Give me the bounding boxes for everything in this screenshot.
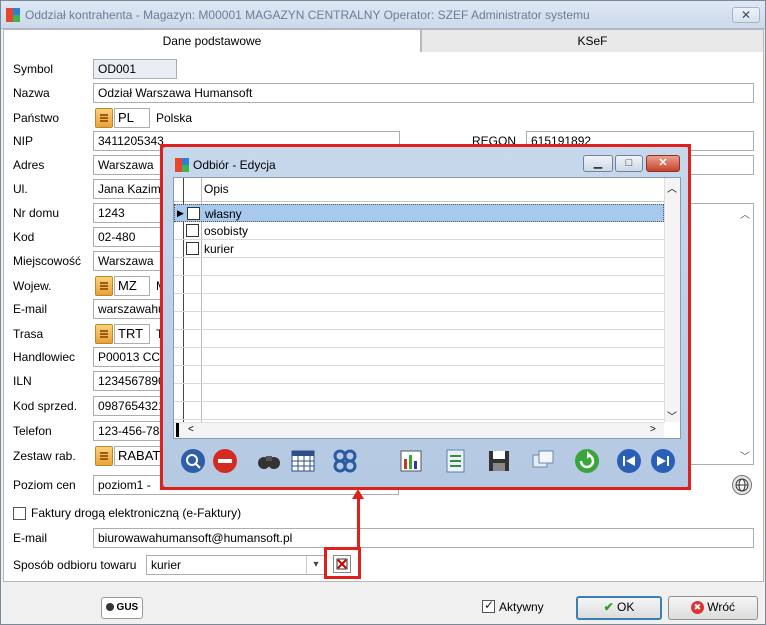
chevron-down-icon[interactable]: ▾ xyxy=(306,556,325,574)
tab-dane-podstawowe[interactable]: Dane podstawowe xyxy=(3,29,421,53)
highlight-box-small xyxy=(324,547,361,579)
check-icon: ✔ xyxy=(603,600,614,614)
efaktury-checkbox[interactable] xyxy=(13,507,26,520)
email-label: E-mail xyxy=(13,302,48,316)
nip-label: NIP xyxy=(13,134,34,148)
handlowiec-label: Handlowiec xyxy=(13,350,76,364)
tab-ksef[interactable]: KSeF xyxy=(421,29,764,53)
scroll-down-icon[interactable]: ﹀ xyxy=(737,448,753,463)
window-title: Oddział kontrahenta - Magazyn: M00001 MA… xyxy=(25,8,590,22)
panstwo-name: Polska xyxy=(156,111,193,125)
wojew-label: Wojew. xyxy=(13,279,52,293)
wojew-picker-icon[interactable] xyxy=(95,276,113,296)
telefon-label: Telefon xyxy=(13,424,52,438)
kodsprzed-label: Kod sprzed. xyxy=(13,399,78,413)
panstwo-code[interactable]: PL xyxy=(114,108,150,128)
panstwo-label: Państwo xyxy=(13,111,60,125)
wroc-label: Wróć xyxy=(707,600,736,614)
ok-label: OK xyxy=(617,600,635,614)
poziom-label: Poziom cen xyxy=(13,478,76,492)
email2-field[interactable]: biurowawahumansoft@humansoft.pl xyxy=(93,528,754,548)
scroll-up-icon[interactable]: ︿ xyxy=(737,206,753,221)
kod-label: Kod xyxy=(13,230,35,244)
zestaw-picker-icon[interactable] xyxy=(95,446,113,466)
gus-label: GUS xyxy=(116,602,139,613)
nazwa-label: Nazwa xyxy=(13,86,50,100)
aktywny-checkbox[interactable] xyxy=(482,598,495,613)
zestaw-code[interactable]: RABAT xyxy=(114,446,164,466)
iln-label: ILN xyxy=(13,374,32,388)
wojew-code[interactable]: MZ xyxy=(114,276,150,296)
arrow-shaft xyxy=(357,496,360,548)
cancel-icon: ✖ xyxy=(690,601,704,615)
sposob-label: Sposób odbioru towaru xyxy=(13,558,137,572)
zestaw-label: Zestaw rab. xyxy=(13,449,76,463)
gus-button[interactable]: GUS xyxy=(101,597,143,619)
wroc-button[interactable]: ✖ Wróć xyxy=(668,596,758,620)
window-close-button[interactable]: ✕ xyxy=(732,7,760,23)
trasa-code[interactable]: TRT xyxy=(114,324,150,344)
miejscowosc-label: Miejscowość xyxy=(13,254,82,268)
ok-button[interactable]: ✔ OK xyxy=(576,596,662,620)
app-icon xyxy=(6,8,20,22)
efaktury-label: Faktury drogą elektroniczną (e-Faktury) xyxy=(31,506,242,520)
symbol-label: Symbol xyxy=(13,62,54,76)
arrow-head-icon xyxy=(352,489,364,499)
ul-label: Ul. xyxy=(13,182,28,196)
nazwa-field[interactable]: Odział Warszawa Humansoft xyxy=(93,83,754,103)
nrdomu-label: Nr domu xyxy=(13,206,60,220)
adres-label: Adres xyxy=(13,158,45,172)
gus-logo-icon xyxy=(105,603,114,612)
panstwo-picker-icon[interactable] xyxy=(95,108,113,128)
trasa-picker-icon[interactable] xyxy=(95,324,113,344)
globe-icon[interactable] xyxy=(732,475,752,495)
symbol-field[interactable]: OD001 xyxy=(93,59,177,79)
title-bar: Oddział kontrahenta - Magazyn: M00001 MA… xyxy=(1,1,765,29)
trasa-label: Trasa xyxy=(13,327,44,341)
sposob-select[interactable]: kurier xyxy=(146,555,326,575)
email2-label: E-mail xyxy=(13,531,48,545)
highlight-box-dialog xyxy=(160,144,691,490)
aktywny-label: Aktywny xyxy=(499,600,544,614)
